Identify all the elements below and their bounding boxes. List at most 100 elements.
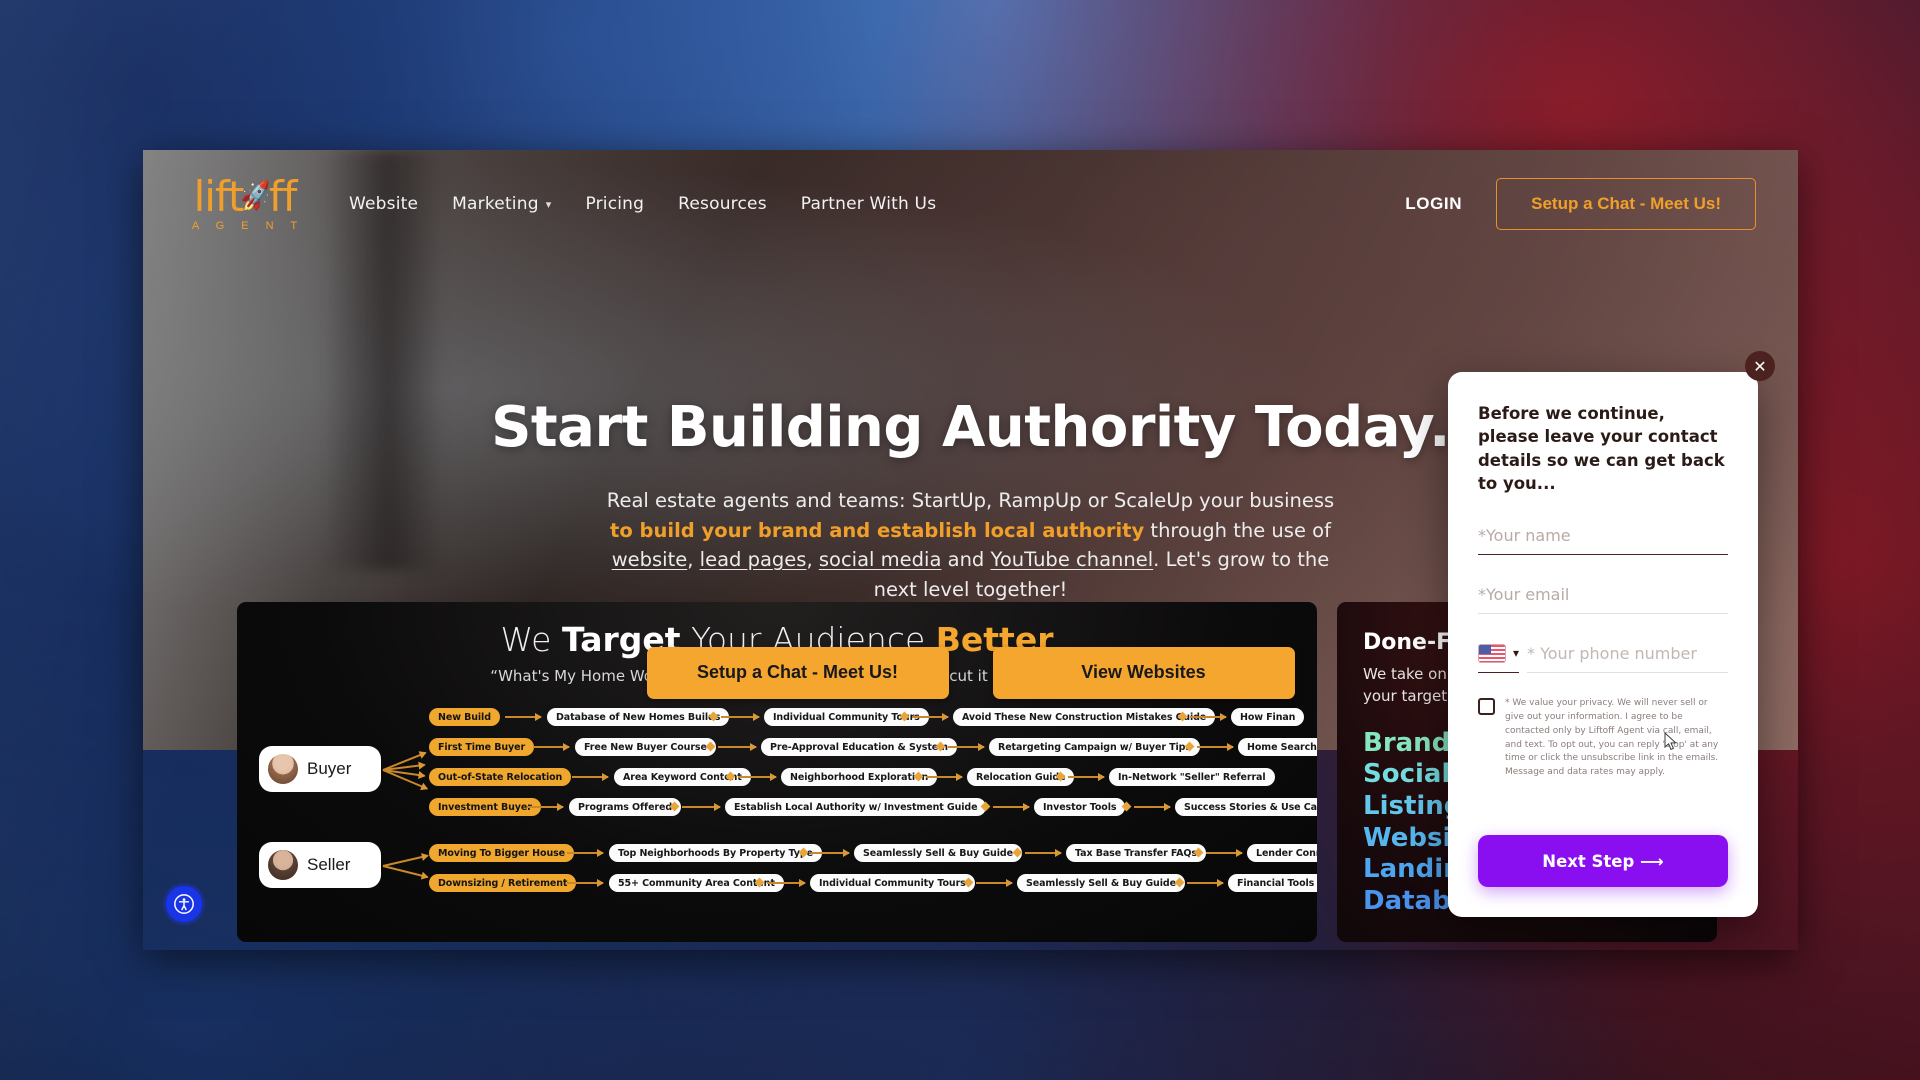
hero-sub-part2: through the use of <box>1144 518 1331 542</box>
hero-comma-2: , <box>806 548 819 572</box>
link-social-media[interactable]: social media <box>819 548 942 571</box>
nav-item-resources[interactable]: Resources <box>678 194 767 214</box>
login-link[interactable]: LOGIN <box>1405 194 1462 214</box>
nav-item-label: Partner With Us <box>800 194 937 214</box>
persona-seller: Seller <box>259 842 381 888</box>
flow-arrow <box>948 743 985 751</box>
nav-item-partner-with-us[interactable]: Partner With Us <box>801 194 937 214</box>
flow-arrow <box>527 803 564 811</box>
accessibility-icon <box>174 894 194 914</box>
link-youtube-channel[interactable]: YouTube channel <box>991 548 1154 571</box>
flow-arrow <box>993 803 1030 811</box>
flow-arrow <box>721 713 760 721</box>
flow-node: Free New Buyer Course <box>575 738 716 756</box>
hero-comma-1: , <box>687 548 700 572</box>
flow-arrow <box>1190 713 1227 721</box>
flow-arrow <box>382 854 429 867</box>
flow-arrow <box>811 849 850 857</box>
consent-text: * We value your privacy. We will never s… <box>1505 697 1719 778</box>
close-icon[interactable]: ✕ <box>1745 351 1775 381</box>
site-navbar: lift 🚀 ff A G E N T Website Marketing ▾ … <box>143 150 1798 258</box>
flow-node: Top Neighborhoods By Property Type <box>609 844 822 862</box>
flow-arrow <box>912 713 949 721</box>
flow-node: New Build <box>429 708 500 726</box>
nav-item-label: Resources <box>678 194 767 214</box>
link-website[interactable]: website <box>612 548 688 571</box>
flow-node: Seamlessly Sell & Buy Guide <box>1017 874 1185 892</box>
flow-node: First Time Buyer <box>429 738 535 756</box>
setup-chat-button[interactable]: Setup a Chat - Meet Us! <box>646 646 949 699</box>
flow-node: Establish Local Authority w/ Investment … <box>725 798 987 816</box>
flow-node: Downsizing / Retirement <box>429 874 577 892</box>
flow-arrow <box>567 849 604 857</box>
email-field-wrap <box>1478 580 1728 614</box>
flow-node: How Finan <box>1231 708 1305 726</box>
persona-buyer: Buyer <box>259 746 381 792</box>
logo-subtext: A G E N T <box>191 220 305 232</box>
flow-node: Pre-Approval Education & System <box>761 738 957 756</box>
nav-cta-button[interactable]: Setup a Chat - Meet Us! <box>1496 178 1756 230</box>
flow-arrow <box>1134 803 1171 811</box>
flow-node: Investment Buyer <box>429 798 541 816</box>
flow-node: Individual Community Tours <box>810 874 975 892</box>
logo-wordmark: lift 🚀 ff <box>181 176 309 218</box>
phone-field-row: ▾ <box>1478 643 1728 673</box>
hero-subtitle: Real estate agents and teams: StartUp, R… <box>601 486 1341 605</box>
flow-arrow <box>1068 773 1105 781</box>
email-input[interactable] <box>1478 580 1728 614</box>
flow-arrow <box>1206 849 1243 857</box>
flow-node: Avoid These New Construction Mistakes Gu… <box>953 708 1216 726</box>
nav-links: Website Marketing ▾ Pricing Resources Pa… <box>349 194 936 214</box>
buyer-avatar <box>268 754 298 784</box>
flow-arrow <box>1197 743 1234 751</box>
nav-item-marketing[interactable]: Marketing ▾ <box>452 194 551 214</box>
nav-item-label: Marketing <box>452 194 539 214</box>
seller-avatar <box>268 850 298 880</box>
consent-row: * We value your privacy. We will never s… <box>1478 697 1728 781</box>
nav-item-label: Website <box>349 194 419 214</box>
flow-node: Success Stories & Use Cases <box>1175 798 1317 816</box>
hero-sub-highlight: to build your brand and establish local … <box>610 518 1145 542</box>
phone-input[interactable] <box>1527 643 1728 673</box>
accessibility-button[interactable] <box>166 886 202 922</box>
next-step-button[interactable]: Next Step ⟶ <box>1478 835 1728 887</box>
flow-node: Home Search S <box>1238 738 1317 756</box>
flow-node: Moving To Bigger House <box>429 844 575 862</box>
chevron-down-icon: ▾ <box>1513 646 1520 661</box>
flow-node: Financial Tools & Ca <box>1228 874 1317 892</box>
nav-item-pricing[interactable]: Pricing <box>585 194 644 214</box>
mouse-cursor <box>1664 732 1677 751</box>
rocket-icon: 🚀 <box>238 179 274 215</box>
flow-arrow <box>682 803 721 811</box>
persona-label: Buyer <box>307 759 352 778</box>
flow-arrow <box>1025 849 1062 857</box>
flow-arrow <box>382 865 428 879</box>
hero-and: and <box>941 548 991 572</box>
flow-arrow <box>567 879 604 887</box>
flow-arrow <box>738 773 777 781</box>
flow-node: Out-of-State Relocation <box>429 768 572 786</box>
logo-text-right: ff <box>268 172 298 221</box>
name-input[interactable] <box>1478 521 1728 555</box>
popup-intro-text: Before we continue, please leave your co… <box>1478 404 1725 494</box>
name-field-wrap <box>1478 521 1728 555</box>
logo-text-left: lift <box>193 172 245 221</box>
view-websites-button[interactable]: View Websites <box>992 646 1295 699</box>
chevron-down-icon: ▾ <box>545 197 552 211</box>
flow-arrow <box>505 713 542 721</box>
country-select[interactable]: ▾ <box>1478 643 1520 673</box>
flow-node: Investor Tools <box>1034 798 1126 816</box>
consent-checkbox[interactable] <box>1478 697 1495 715</box>
lead-capture-popup: ✕ Before we continue, please leave your … <box>1448 351 1775 917</box>
us-flag-icon <box>1478 643 1506 663</box>
nav-right-group: LOGIN Setup a Chat - Meet Us! <box>1405 178 1756 230</box>
flow-arrow <box>976 879 1013 887</box>
flow-arrow <box>926 773 963 781</box>
hero-sub-part1: Real estate agents and teams: StartUp, R… <box>606 489 1335 512</box>
flow-node: Database of New Homes Builds <box>547 708 730 726</box>
site-logo[interactable]: lift 🚀 ff A G E N T <box>181 176 309 233</box>
flow-arrow <box>718 743 757 751</box>
link-lead-pages[interactable]: lead pages <box>700 548 807 571</box>
flow-node: Retargeting Campaign w/ Buyer Tips <box>989 738 1200 756</box>
nav-item-website[interactable]: Website <box>349 194 418 214</box>
